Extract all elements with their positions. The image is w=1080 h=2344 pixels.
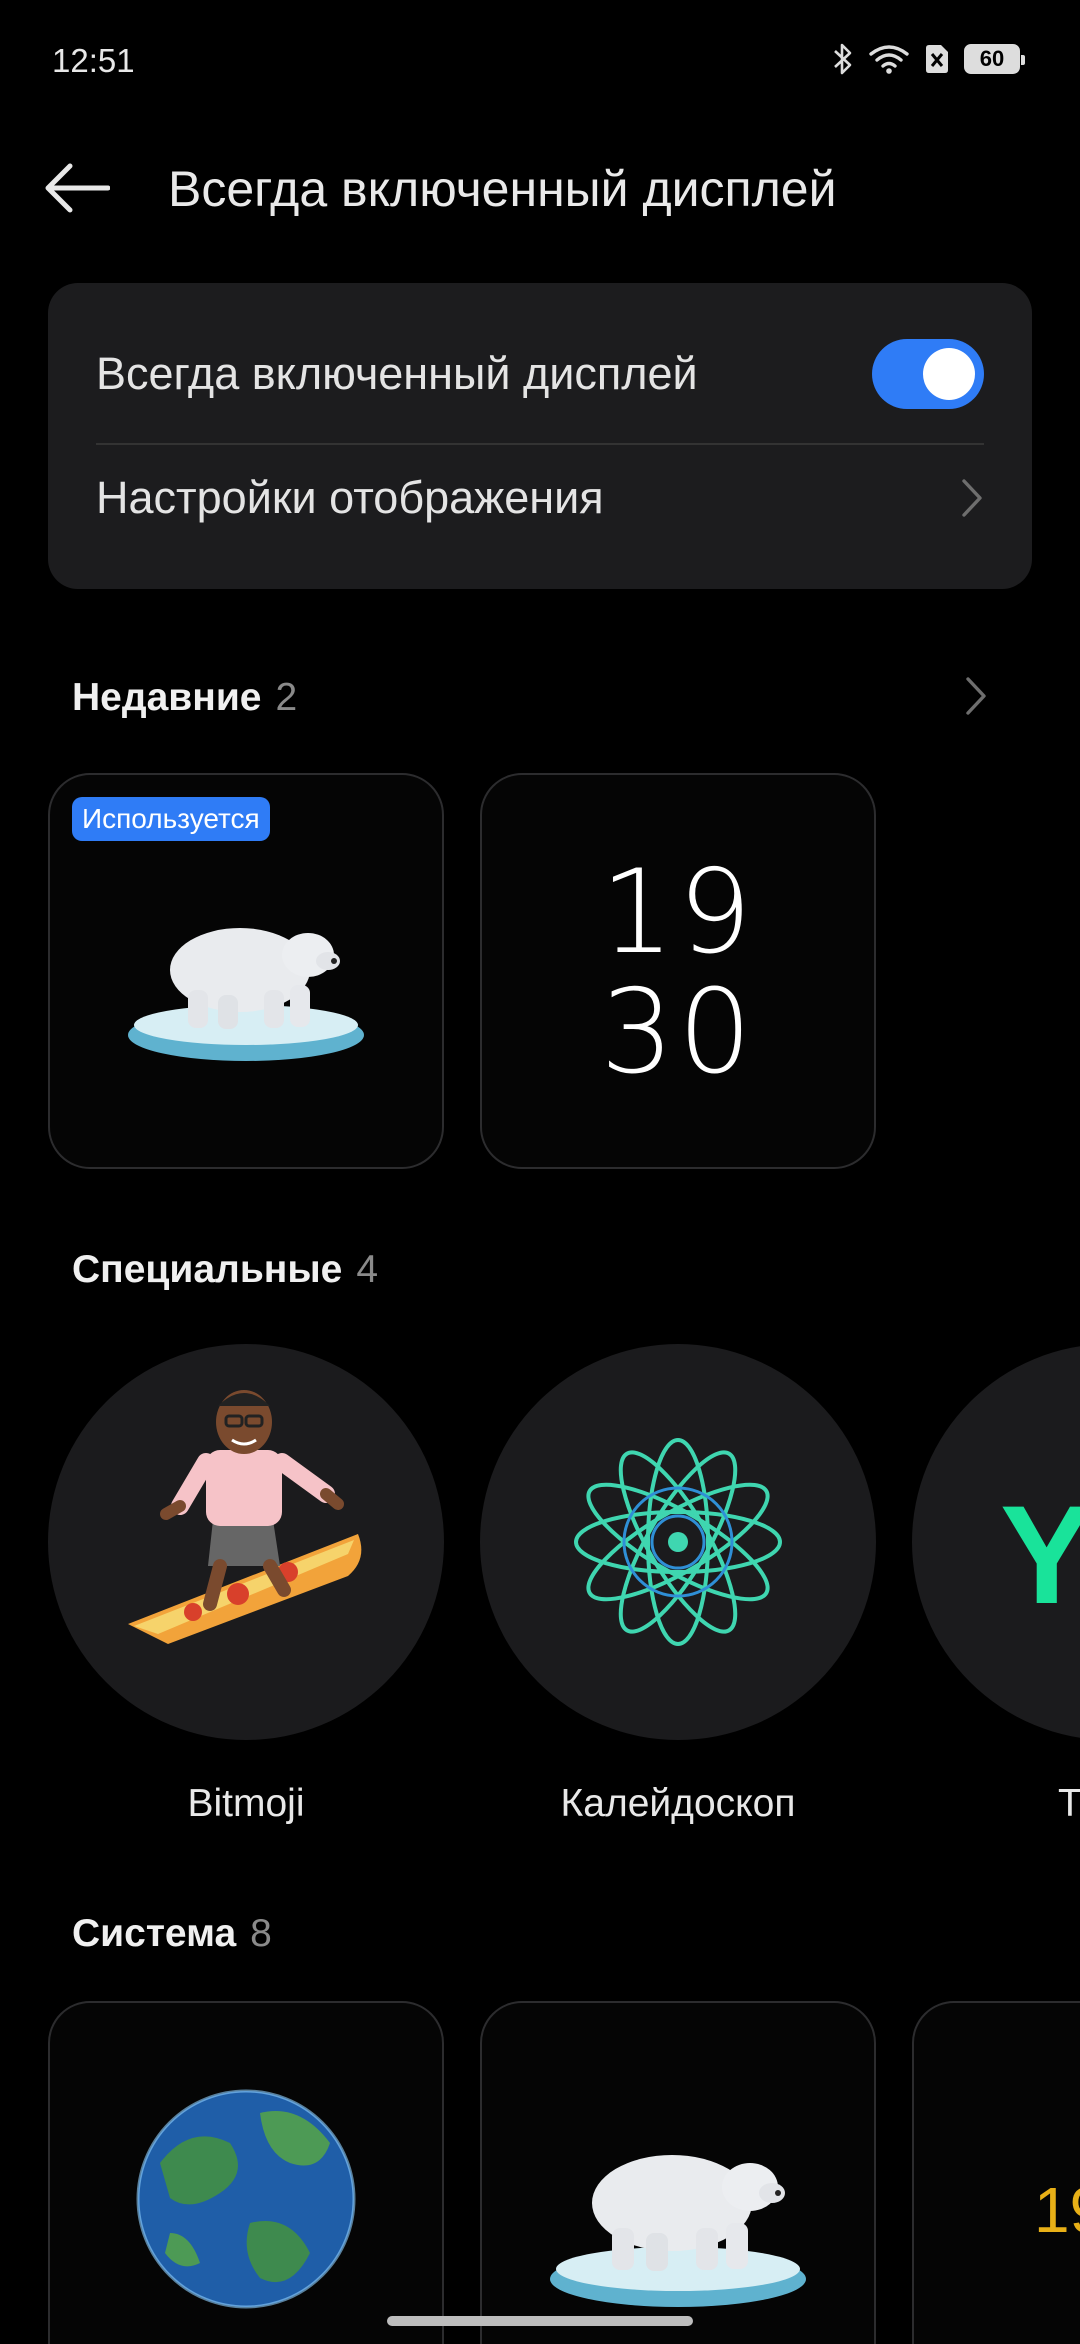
system-tile-clock[interactable]: 19 bbox=[912, 2001, 1080, 2344]
bitmoji-label: Bitmoji bbox=[187, 1782, 305, 1825]
kaleidoscope-label: Калейдоскоп bbox=[560, 1782, 796, 1825]
no-sim-icon bbox=[926, 45, 948, 73]
kaleidoscope-image bbox=[574, 1438, 782, 1646]
status-time: 12:51 bbox=[52, 42, 135, 79]
aod-toggle-label: Всегда включенный дисплей bbox=[96, 348, 698, 399]
toggle-knob bbox=[923, 348, 975, 400]
display-settings-label: Настройки отображения bbox=[96, 472, 604, 523]
system-section-header: Система 8 bbox=[72, 1912, 272, 1956]
clock-hours: 19 bbox=[600, 845, 756, 980]
system-tile-polar-bear[interactable] bbox=[480, 2001, 876, 2344]
display-settings-row[interactable]: Настройки отображения bbox=[96, 443, 984, 553]
bitmoji-tile[interactable] bbox=[48, 1344, 444, 1740]
system-count: 8 bbox=[250, 1912, 272, 1955]
settings-card: Всегда включенный дисплей Настройки отоб… bbox=[48, 283, 1032, 589]
system-tile-earth[interactable] bbox=[48, 2001, 444, 2344]
status-bar: 12:51 60 bbox=[0, 0, 1080, 120]
recent-count: 2 bbox=[275, 676, 298, 719]
aod-toggle-row[interactable]: Всегда включенный дисплей bbox=[96, 321, 984, 427]
polar-bear-image bbox=[128, 928, 364, 1061]
wifi-icon bbox=[869, 45, 909, 74]
special-title: Специальные bbox=[72, 1248, 343, 1291]
home-indicator[interactable] bbox=[387, 2316, 693, 2326]
special-section-header: Специальные 4 bbox=[72, 1248, 378, 1292]
text-clock-preview: Y bbox=[1000, 1476, 1080, 1633]
status-icons: 60 bbox=[832, 42, 1025, 76]
clock-preview: 19 30 bbox=[482, 853, 874, 1093]
system-title: Система bbox=[72, 1912, 237, 1955]
battery-icon: 60 bbox=[964, 44, 1025, 74]
back-arrow-icon bbox=[45, 163, 110, 213]
aod-settings-screen: 12:51 60 Всегда включенный дисплей Всегд… bbox=[0, 0, 1080, 2344]
system-clock-preview: 19 bbox=[1034, 2174, 1080, 2246]
recent-tile-polar-bear[interactable]: Используется bbox=[48, 773, 444, 1169]
back-button[interactable] bbox=[44, 156, 124, 220]
earth-image bbox=[136, 2089, 356, 2309]
recent-section-header[interactable]: Недавние 2 bbox=[72, 676, 297, 720]
special-count: 4 bbox=[356, 1248, 379, 1291]
text-clock-tile[interactable]: Y bbox=[912, 1344, 1080, 1740]
bluetooth-icon bbox=[834, 43, 852, 75]
chevron-right-icon[interactable] bbox=[964, 676, 988, 716]
page-title: Всегда включенный дисплей bbox=[168, 161, 837, 217]
bitmoji-image bbox=[128, 1390, 362, 1644]
clock-minutes: 30 bbox=[600, 965, 756, 1100]
chevron-right-icon bbox=[962, 479, 982, 517]
polar-bear-image bbox=[550, 2155, 806, 2307]
kaleidoscope-tile[interactable] bbox=[480, 1344, 876, 1740]
recent-tile-digital-clock[interactable]: 19 30 bbox=[480, 773, 876, 1169]
text-clock-label: T bbox=[1058, 1782, 1080, 1825]
aod-toggle-switch[interactable] bbox=[872, 339, 984, 409]
recent-title: Недавние bbox=[72, 676, 262, 719]
